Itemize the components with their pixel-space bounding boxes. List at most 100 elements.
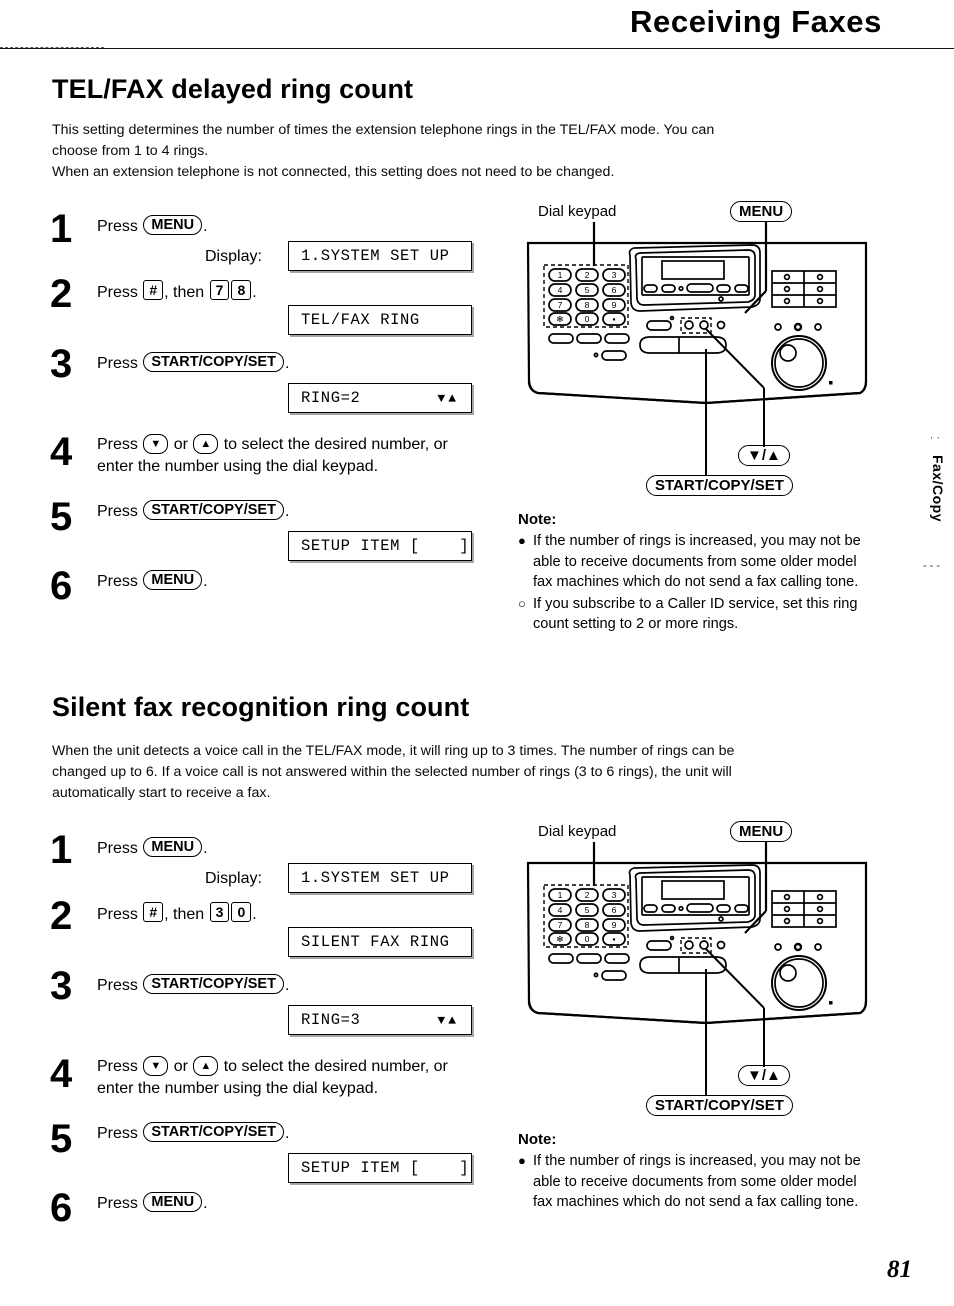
step-number-5: 5 xyxy=(50,495,73,539)
page-number: 81 xyxy=(887,1256,912,1283)
bullet-hollow: ○ xyxy=(518,595,526,611)
start-copy-set-key[interactable]: START/COPY/SET xyxy=(143,974,284,994)
note-item-text: If the number of rings is increased, you… xyxy=(533,1153,861,1210)
press-label: Press xyxy=(97,977,138,994)
step-number-4: 4 xyxy=(50,1052,73,1096)
svg-text:1: 1 xyxy=(558,270,563,280)
section-2-intro-line-2: changed up to 6. If a voice call is not … xyxy=(52,764,732,780)
lcd-display-4: SETUP ITEM [ ] xyxy=(288,531,472,561)
lcd-display-1: 1.SYSTEM SET UP xyxy=(288,241,472,271)
lcd-display-5: 1.SYSTEM SET UP xyxy=(288,863,472,893)
down-arrow-key[interactable]: ▼ xyxy=(143,1056,169,1076)
step-2-period: . xyxy=(252,906,257,923)
step-2-period: . xyxy=(252,284,257,301)
menu-key[interactable]: MENU xyxy=(143,1192,203,1212)
fax-machine-svg-2: 1 2 3 4 5 6 7 8 9 ✻ 0 ▪ xyxy=(526,842,868,1095)
step-number-6: 6 xyxy=(50,564,73,608)
lcd-display-7: RING=3 ▼▲ xyxy=(288,1005,472,1035)
svg-text:2: 2 xyxy=(585,270,590,280)
step-1-period: . xyxy=(203,218,208,235)
step-number-6: 6 xyxy=(50,1186,73,1230)
note-item-text: If the number of rings is increased, you… xyxy=(533,533,861,590)
digit-key-7[interactable]: 7 xyxy=(209,280,230,300)
press-label: Press xyxy=(97,436,138,453)
step-6-period: . xyxy=(203,1195,208,1212)
hash-key[interactable]: # xyxy=(143,902,164,922)
step-1-text: Press MENU. xyxy=(97,215,208,237)
step-4-text: Press ▼ or ▲ to select the desired numbe… xyxy=(97,434,448,477)
up-arrow-key[interactable]: ▲ xyxy=(193,434,219,454)
step-4-after: to select the desired number, or xyxy=(223,1058,448,1075)
hash-key[interactable]: # xyxy=(143,280,164,300)
press-label: Press xyxy=(97,355,138,372)
display-label-1: Display: xyxy=(205,248,262,265)
note-2-heading: Note: xyxy=(518,1131,557,1148)
start-copy-set-key[interactable]: START/COPY/SET xyxy=(143,1122,284,1142)
step-number-4: 4 xyxy=(50,430,73,474)
svg-text:✻: ✻ xyxy=(556,934,563,944)
svg-text:4: 4 xyxy=(558,285,563,295)
note-item: ● If the number of rings is increased, y… xyxy=(518,1151,878,1213)
note-item-text: If you subscribe to a Caller ID service,… xyxy=(533,595,858,633)
header-divider xyxy=(0,48,954,49)
note-item: ○ If you subscribe to a Caller ID servic… xyxy=(518,594,878,635)
lcd-display-8: SETUP ITEM [ ] xyxy=(288,1153,472,1183)
start-copy-set-key[interactable]: START/COPY/SET xyxy=(143,352,284,372)
step-number-3: 3 xyxy=(50,964,73,1008)
side-mark-bottom: - - - xyxy=(922,560,940,572)
start-copy-set-key[interactable]: START/COPY/SET xyxy=(143,500,284,520)
fax-machine-diagram-1: Dial keypad MENU ▼/▲ START/COPY/SET 1 2 … xyxy=(516,201,916,503)
lcd-display-6: SILENT FAX RING xyxy=(288,927,472,957)
step-2-text: Press #, then 78. xyxy=(97,280,257,303)
svg-text:3: 3 xyxy=(612,890,617,900)
svg-text:7: 7 xyxy=(558,920,563,930)
step-4-line-2: enter the number using the dial keypad. xyxy=(97,458,379,475)
svg-text:6: 6 xyxy=(612,905,617,915)
lcd-text: SILENT FAX RING xyxy=(301,933,450,951)
svg-text:▪: ▪ xyxy=(612,314,615,324)
press-label: Press xyxy=(97,1058,138,1075)
step-4-after: to select the desired number, or xyxy=(223,436,448,453)
step-number-5: 5 xyxy=(50,1117,73,1161)
lcd-text: 1.SYSTEM SET UP xyxy=(301,869,450,887)
svg-text:✻: ✻ xyxy=(556,314,563,324)
digit-key-8[interactable]: 8 xyxy=(231,280,252,300)
note-1-heading: Note: xyxy=(518,511,557,528)
press-label: Press xyxy=(97,573,138,590)
note-2-list: ● If the number of rings is increased, y… xyxy=(518,1151,878,1214)
svg-text:8: 8 xyxy=(585,300,590,310)
section-1-title: TEL/FAX delayed ring count xyxy=(52,74,414,104)
section-1-intro: This setting determines the number of ti… xyxy=(52,120,852,183)
step-number-2: 2 xyxy=(50,272,73,316)
step-4-or: or xyxy=(173,436,188,453)
digit-key-0[interactable]: 0 xyxy=(231,902,252,922)
step-4-or: or xyxy=(173,1058,188,1075)
lcd-arrows: ▼▲ xyxy=(437,1012,459,1028)
svg-text:7: 7 xyxy=(558,300,563,310)
up-arrow-key[interactable]: ▲ xyxy=(193,1056,219,1076)
section-1-intro-line-2: choose from 1 to 4 rings. xyxy=(52,143,209,159)
press-label: Press xyxy=(97,1125,138,1142)
step-2-mid: , then xyxy=(164,284,205,301)
display-label-2: Display: xyxy=(205,870,262,887)
menu-key[interactable]: MENU xyxy=(143,215,203,235)
down-arrow-key[interactable]: ▼ xyxy=(143,434,169,454)
step-6-text: Press MENU. xyxy=(97,1192,208,1214)
press-label: Press xyxy=(97,906,138,923)
section-2-intro-line-1: When the unit detects a voice call in th… xyxy=(52,743,735,759)
svg-text:3: 3 xyxy=(612,270,617,280)
side-mark-top: · · xyxy=(929,432,940,444)
svg-text:4: 4 xyxy=(558,905,563,915)
step-number-1: 1 xyxy=(50,828,73,872)
lcd-display-2: TEL/FAX RING xyxy=(288,305,472,335)
page-header: Receiving Faxes xyxy=(0,0,954,56)
section-2-intro: When the unit detects a voice call in th… xyxy=(52,741,892,804)
menu-key[interactable]: MENU xyxy=(143,570,203,590)
step-5-text: Press START/COPY/SET. xyxy=(97,1122,289,1144)
menu-key[interactable]: MENU xyxy=(143,837,203,857)
document-page: Receiving Faxes TEL/FAX delayed ring cou… xyxy=(0,0,954,1306)
step-2-mid: , then xyxy=(164,906,205,923)
lcd-text: RING=2 xyxy=(301,389,361,407)
step-4-line-2: enter the number using the dial keypad. xyxy=(97,1080,379,1097)
digit-key-3[interactable]: 3 xyxy=(209,902,230,922)
